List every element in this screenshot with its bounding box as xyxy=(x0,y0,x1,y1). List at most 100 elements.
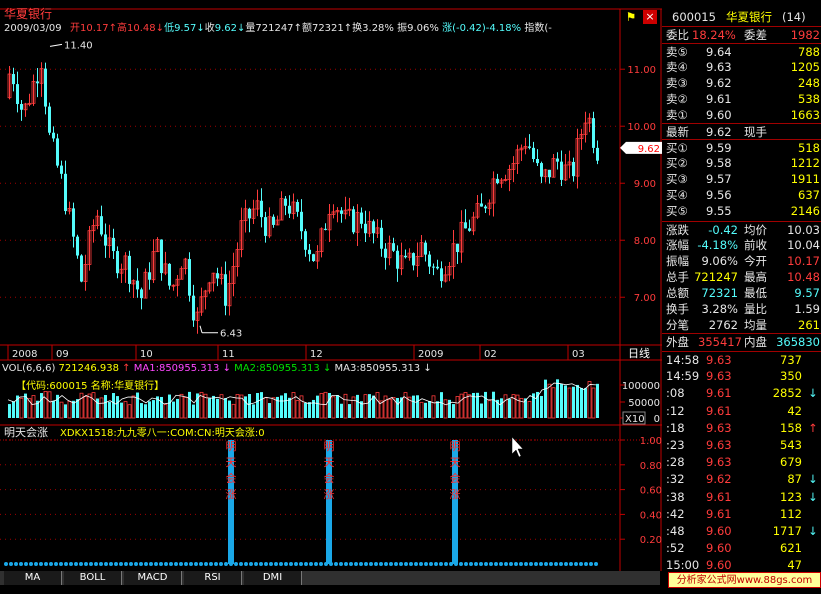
candle-body xyxy=(308,249,311,255)
stat-row[interactable]: 涨幅 -4.18% 前收 10.04 xyxy=(662,237,821,253)
flag-icon[interactable]: ⚑ xyxy=(624,10,638,24)
signal-dot xyxy=(224,562,228,566)
quote-cell: 10.03 xyxy=(787,223,820,237)
quote-cell: :08 xyxy=(666,386,685,401)
volume-bar xyxy=(116,396,119,418)
tick-row[interactable]: :12 9.61 42 xyxy=(662,403,821,419)
stat-row[interactable]: 总额 72321 最低 9.57 xyxy=(662,285,821,301)
volume-bar xyxy=(96,398,99,418)
candle-body xyxy=(392,243,395,251)
quote-cell: 679 xyxy=(780,455,802,470)
volume-bar xyxy=(271,397,276,419)
volume-bar xyxy=(440,392,443,418)
signal-dot xyxy=(304,562,308,566)
signal-label: 天 xyxy=(450,456,461,469)
volume-bar xyxy=(436,401,439,418)
quote-cell: 1663 xyxy=(790,108,820,122)
signal-dot xyxy=(144,562,148,566)
tab-rsi[interactable]: RSI xyxy=(184,571,242,585)
volume-bar xyxy=(576,384,579,418)
candle-body xyxy=(560,161,563,180)
volume-bar xyxy=(59,401,64,419)
tab-dmi[interactable]: DMI xyxy=(244,571,302,585)
signal-dot xyxy=(74,562,78,566)
volume-bar xyxy=(459,393,464,419)
tick-row[interactable]: :38 9.61 123 ↓ xyxy=(662,489,821,505)
ask-row[interactable]: 卖④ 9.63 1205 xyxy=(662,59,821,75)
stat-row[interactable]: 总手 721247 最高 10.48 xyxy=(662,269,821,285)
volume-bar xyxy=(487,400,492,419)
signal-dot xyxy=(24,562,28,566)
weibi-row[interactable]: 委比 18.24% 委差 1982 xyxy=(662,26,821,42)
outer-inner-row[interactable]: 外盘 355417 内盘 365830 xyxy=(662,333,821,349)
tick-row[interactable]: :52 9.60 621 xyxy=(662,540,821,556)
signal-dot xyxy=(274,562,278,566)
candle-body xyxy=(56,138,59,166)
stat-row[interactable]: 涨跌 -0.42 均价 10.03 xyxy=(662,221,821,237)
signal-dot xyxy=(389,562,393,566)
tick-row[interactable]: :32 9.62 87 ↓ xyxy=(662,471,821,487)
last-price-row[interactable]: 最新 9.62 现手 xyxy=(662,123,821,139)
signal-dot xyxy=(84,562,88,566)
signal-dot xyxy=(119,562,123,566)
candle-body xyxy=(464,222,467,229)
close-icon[interactable]: × xyxy=(643,10,657,24)
tick-row[interactable]: 14:59 9.63 350 xyxy=(662,368,821,384)
tick-row[interactable]: :08 9.61 2852 ↓ xyxy=(662,385,821,401)
ask-row[interactable]: 卖③ 9.62 248 xyxy=(662,75,821,91)
ask-row[interactable]: 卖① 9.60 1663 xyxy=(662,107,821,123)
candle-body xyxy=(436,266,439,269)
quote-cell: 9.60 xyxy=(706,524,732,538)
volume-bar xyxy=(372,395,375,418)
stat-row[interactable]: 分笔 2762 均量 261 xyxy=(662,317,821,333)
signal-dot xyxy=(534,562,538,566)
volume-bar xyxy=(248,393,251,418)
stat-row[interactable]: 振幅 9.06% 今开 10.17 xyxy=(662,253,821,269)
tick-row[interactable]: :48 9.60 1717 ↓ xyxy=(662,523,821,539)
candle-body xyxy=(104,234,107,246)
bid-row[interactable]: 买⑤ 9.55 2146 xyxy=(662,203,821,219)
candle-body xyxy=(532,147,535,160)
tick-row[interactable]: 14:58 9.63 737 xyxy=(662,351,821,367)
tick-row[interactable]: :42 9.61 112 xyxy=(662,506,821,522)
candle-body xyxy=(352,209,355,233)
quote-cell: 买③ xyxy=(666,172,688,186)
volume-bar xyxy=(288,397,291,418)
candle-body xyxy=(52,132,55,139)
quote-cell: 637 xyxy=(798,188,820,202)
bid-row[interactable]: 买④ 9.56 637 xyxy=(662,187,821,203)
volume-bar xyxy=(47,391,52,419)
signal-label: 会 xyxy=(450,472,461,485)
stat-row[interactable]: 换手 3.28% 量比 1.59 xyxy=(662,301,821,317)
quote-header[interactable]: 600015 华夏银行 (14) xyxy=(662,9,821,25)
ask-row[interactable]: 卖② 9.61 538 xyxy=(662,91,821,107)
tab-boll[interactable]: BOLL xyxy=(64,571,122,585)
volume-bar xyxy=(224,398,227,418)
volume-bar xyxy=(572,386,575,418)
ask-row[interactable]: 卖⑤ 9.64 788 xyxy=(662,43,821,59)
bid-row[interactable]: 买① 9.59 518 xyxy=(662,139,821,155)
signal-dot xyxy=(289,562,293,566)
tick-row[interactable]: :23 9.63 543 xyxy=(662,437,821,453)
quote-cell: 总手 xyxy=(666,270,689,284)
chart-canvas[interactable]: 11.00 10.00 9.00 8.00 7.00 9.62 11.40 6.43 2008 0… xyxy=(0,0,662,571)
signal-dot xyxy=(464,562,468,566)
tick-row[interactable]: :28 9.63 679 xyxy=(662,454,821,470)
quote-cell: 10.04 xyxy=(787,238,820,252)
quote-cell: 721247 xyxy=(694,270,738,284)
volume-bar xyxy=(560,383,563,418)
quote-cell: :28 xyxy=(666,455,685,470)
signal-dot xyxy=(264,562,268,566)
volume-bar xyxy=(463,392,468,419)
quote-cell: 买① xyxy=(666,141,688,155)
tab-ma[interactable]: MA xyxy=(4,571,62,585)
tick-row[interactable]: :18 9.63 158 ↑ xyxy=(662,420,821,436)
bid-row[interactable]: 买③ 9.57 1911 xyxy=(662,171,821,187)
bid-row[interactable]: 买② 9.58 1212 xyxy=(662,155,821,171)
signal-dot xyxy=(379,562,383,566)
quote-cell: 9.61 xyxy=(706,489,732,504)
quote-cell: 9.59 xyxy=(706,141,732,155)
price-tick-label: 9.00 xyxy=(634,179,656,190)
tab-macd[interactable]: MACD xyxy=(124,571,182,585)
tick-row[interactable]: 15:00 9.60 47 xyxy=(662,557,821,573)
